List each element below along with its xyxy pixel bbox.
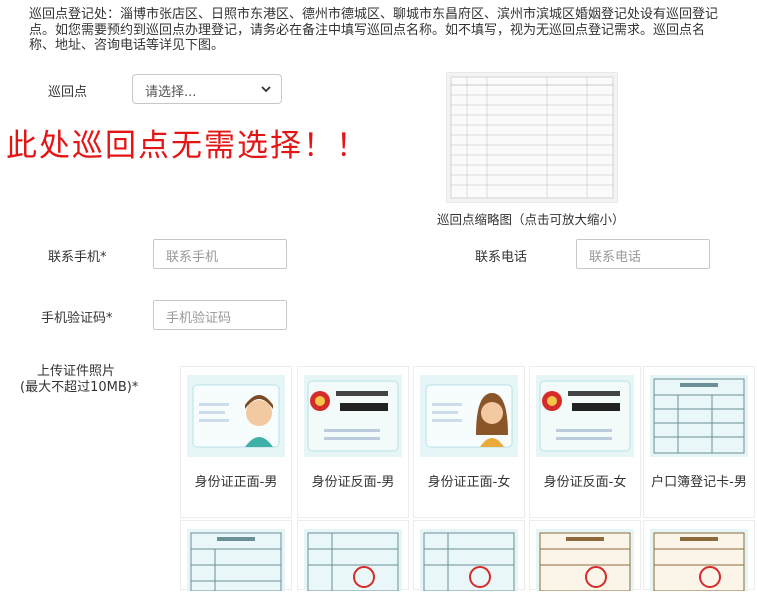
id-card-front-male-icon	[187, 375, 285, 457]
household-register-icon	[650, 375, 748, 457]
sample-caption: 户口簿登记卡-男	[651, 475, 747, 490]
thumbnail-caption: 巡回点缩略图（点击可放大缩小）	[437, 212, 625, 227]
sample-caption: 身份证正面-女	[427, 475, 511, 490]
chevron-down-icon	[261, 86, 271, 93]
sample-card-row2-2[interactable]	[297, 520, 409, 592]
phone-input[interactable]: 联系电话	[576, 239, 710, 269]
sample-card-id-front-male[interactable]: 身份证正面-男	[180, 366, 292, 518]
sample-card-household-register[interactable]: 户口簿登记卡-男	[643, 366, 755, 518]
tour-point-select[interactable]: 请选择...	[132, 74, 282, 104]
id-card-back-icon	[536, 375, 634, 457]
sample-card-row2-5[interactable]	[643, 520, 755, 592]
sample-caption: 身份证反面-女	[543, 475, 627, 490]
sample-card-row2-1[interactable]	[180, 520, 292, 592]
tour-point-label: 巡回点	[48, 85, 88, 100]
table-image-icon	[450, 76, 614, 199]
sample-card-id-back-male[interactable]: 身份证反面-男	[297, 366, 409, 518]
notice-text: 巡回点登记处：淄博市张店区、日照市东港区、德州市德城区、聊城市东昌府区、滨州市滨…	[29, 7, 719, 53]
sms-code-input[interactable]: 手机验证码	[153, 300, 287, 330]
id-card-front-female-icon	[420, 375, 518, 457]
id-card-back-icon	[304, 375, 402, 457]
mobile-label: 联系手机*	[48, 250, 107, 265]
tour-point-thumbnail[interactable]	[446, 72, 618, 203]
sample-caption: 身份证正面-男	[194, 475, 278, 490]
sample-card-id-front-female[interactable]: 身份证正面-女	[413, 366, 525, 518]
warning-text: 此处巡回点无需选择！！	[6, 128, 369, 164]
sample-card-id-back-female[interactable]: 身份证反面-女	[529, 366, 641, 518]
phone-label: 联系电话	[475, 250, 528, 265]
mobile-input[interactable]: 联系手机	[153, 239, 287, 269]
tour-point-select-value: 请选择...	[145, 85, 197, 100]
sample-caption: 身份证反面-男	[311, 475, 395, 490]
sample-card-row2-4[interactable]	[529, 520, 641, 592]
sms-code-label: 手机验证码*	[41, 311, 113, 326]
upload-label-line2: (最大不超过10MB)*	[20, 380, 139, 395]
sample-card-row2-3[interactable]	[413, 520, 525, 592]
